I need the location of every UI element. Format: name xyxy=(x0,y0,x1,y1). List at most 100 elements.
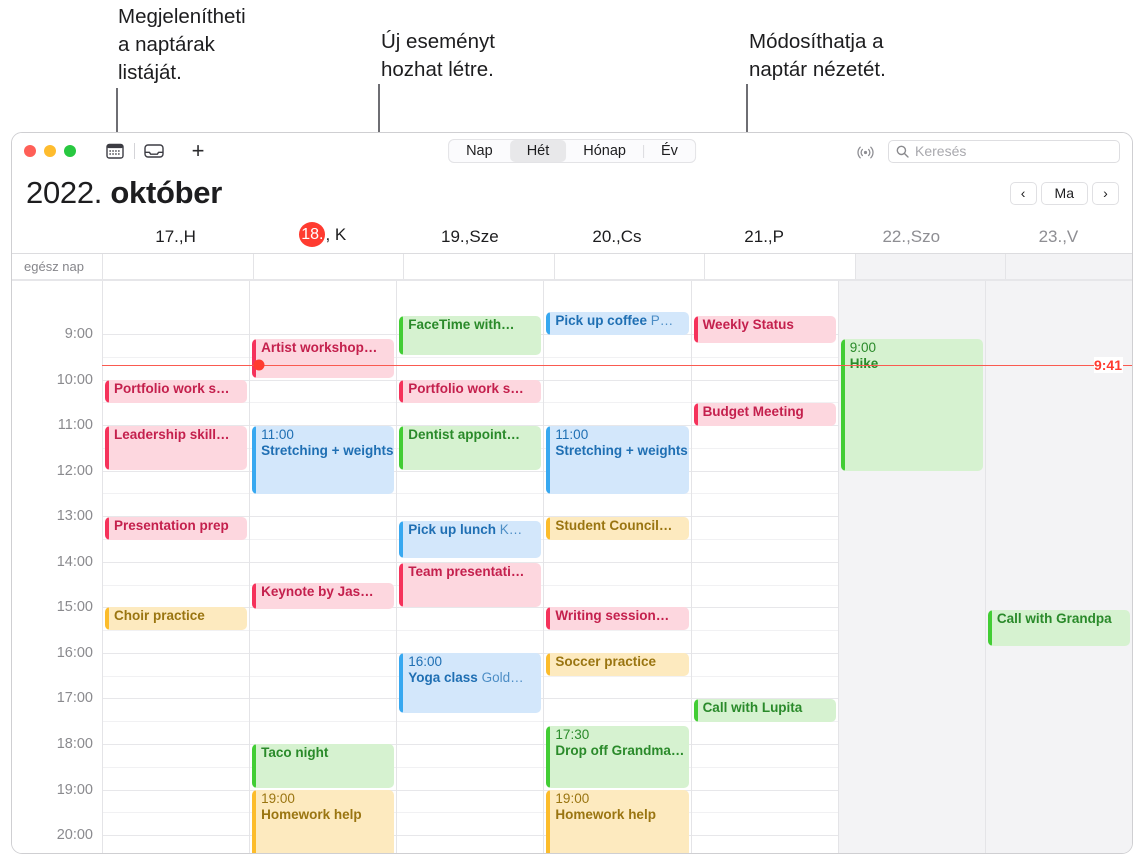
calendar-event[interactable]: Choir practice xyxy=(105,607,248,630)
title-year: 2022. xyxy=(26,175,103,210)
tab-year[interactable]: Év xyxy=(644,140,695,162)
calendar-event[interactable]: Soccer practice xyxy=(546,653,689,676)
event-time: 19:00 xyxy=(555,791,590,806)
all-day-cell-4[interactable] xyxy=(704,254,855,279)
inbox-button[interactable] xyxy=(139,139,169,163)
event-color-bar xyxy=(546,653,551,676)
day-header-dow: , K xyxy=(325,224,347,244)
calendar-event[interactable]: Keynote by Jas… xyxy=(252,583,395,609)
event-title: Choir practice xyxy=(114,608,205,623)
event-title: Stretching + weights xyxy=(261,443,394,458)
event-location: P… xyxy=(646,313,674,328)
day-header-6[interactable]: 23., V xyxy=(985,227,1132,253)
event-color-bar xyxy=(693,316,698,343)
minimize-button[interactable] xyxy=(44,145,56,157)
day-header-3[interactable]: 20., Cs xyxy=(543,227,690,253)
tab-month[interactable]: Hónap xyxy=(566,140,643,162)
event-title: Student Council… xyxy=(555,518,673,533)
all-day-cell-1[interactable] xyxy=(252,254,404,279)
close-button[interactable] xyxy=(24,145,36,157)
day-column-2[interactable]: FaceTime with… Portfolio work s… Dentist a… xyxy=(396,281,543,853)
event-color-bar xyxy=(252,583,257,609)
event-time: 16:00 xyxy=(408,654,443,669)
calendar-event[interactable]: 16:00 Yoga class Gold… xyxy=(399,653,542,713)
day-header-5[interactable]: 22., Szo xyxy=(838,227,985,253)
event-color-bar xyxy=(105,607,109,630)
calendar-event[interactable]: Student Council… xyxy=(546,517,689,540)
day-header-num: 17., xyxy=(155,227,184,246)
day-header-4[interactable]: 21., P xyxy=(691,227,838,253)
calendar-event[interactable]: Portfolio work s… xyxy=(399,380,542,403)
airplay-button[interactable] xyxy=(857,143,874,160)
calendar-event[interactable]: 17:30 Drop off Grandma… xyxy=(546,726,689,788)
calendar-event[interactable]: 11:00 Stretching + weights xyxy=(252,426,395,494)
calendar-event[interactable]: Pick up lunch K… xyxy=(399,521,542,558)
day-column-3[interactable]: Pick up coffee P… 11:00 Stretching + weigh… xyxy=(543,281,690,853)
day-header-dow: V xyxy=(1066,227,1079,246)
calendar-event[interactable]: Weekly Status xyxy=(693,316,836,343)
day-column-1[interactable]: Artist workshop… 11:00 Stretching + weight… xyxy=(249,281,396,853)
event-location: Gold… xyxy=(477,670,524,685)
calendar-event[interactable]: 19:00 Homework help xyxy=(252,790,395,853)
zoom-button[interactable] xyxy=(64,145,76,157)
new-event-button[interactable]: + xyxy=(183,139,213,163)
current-time-label: 9:41 xyxy=(1093,357,1123,374)
event-title: Soccer practice xyxy=(555,654,656,669)
calendar-event[interactable]: Call with Lupita xyxy=(693,699,836,722)
calendar-event[interactable]: 11:00 Stretching + weights xyxy=(546,426,689,494)
hour-label-11: 20:00 xyxy=(56,827,93,844)
event-title: Weekly Status xyxy=(702,317,794,332)
event-title: Call with Lupita xyxy=(702,700,803,715)
search-field[interactable]: Keresés xyxy=(888,139,1120,163)
all-day-cell-5[interactable] xyxy=(854,254,1005,279)
calendar-event[interactable]: Call with Grandpa xyxy=(987,610,1130,646)
event-color-bar xyxy=(399,380,404,403)
tab-week[interactable]: Hét xyxy=(509,140,567,162)
window-toolbar: + Nap Hét Hónap Év Keresés xyxy=(12,133,1132,169)
calendar-list-button[interactable] xyxy=(100,139,130,163)
calendar-event[interactable]: 19:00 Homework help xyxy=(546,790,689,853)
event-title: Leadership skill… xyxy=(114,427,230,442)
calendar-event[interactable]: FaceTime with… xyxy=(399,316,542,355)
calendar-event[interactable]: Presentation prep xyxy=(105,517,248,540)
day-header-2[interactable]: 19., Sze xyxy=(396,227,543,253)
all-day-cell-0[interactable] xyxy=(102,254,253,279)
day-header-1[interactable]: 18., K xyxy=(249,222,396,253)
event-color-bar xyxy=(546,426,551,494)
calendar-event[interactable]: Team presentati… xyxy=(399,563,542,607)
event-title: Budget Meeting xyxy=(702,404,804,419)
calendar-event[interactable]: Pick up coffee P… xyxy=(546,312,689,335)
event-title: Yoga class xyxy=(408,670,478,685)
event-color-bar xyxy=(105,517,109,540)
calendar-event[interactable]: Artist workshop… xyxy=(252,339,395,378)
event-color-bar xyxy=(252,790,257,853)
calendar-event[interactable]: Portfolio work s… xyxy=(105,380,248,403)
tab-day[interactable]: Nap xyxy=(449,140,510,162)
day-header-0[interactable]: 17., H xyxy=(102,227,249,253)
event-color-bar xyxy=(252,339,257,378)
search-placeholder: Keresés xyxy=(915,143,967,159)
day-column-4[interactable]: Weekly Status Budget Meeting Call with Lup… xyxy=(690,281,838,853)
day-header-dow: Cs xyxy=(620,227,642,246)
calendar-event[interactable]: Budget Meeting xyxy=(693,403,836,426)
day-header-dow: P xyxy=(772,227,784,246)
previous-week-button[interactable]: ‹ xyxy=(1009,181,1037,205)
event-color-bar xyxy=(840,339,845,471)
all-day-cell-2[interactable] xyxy=(403,254,554,279)
view-segmented-control[interactable]: Nap Hét Hónap Év xyxy=(448,139,696,163)
calendar-event[interactable]: Taco night xyxy=(252,744,395,788)
calendar-event[interactable]: Writing session… xyxy=(546,607,689,630)
all-day-cell-3[interactable] xyxy=(553,254,705,279)
toolbar-divider xyxy=(134,143,135,159)
title-bar: 2022. október ‹ Ma › xyxy=(12,169,1132,217)
today-button[interactable]: Ma xyxy=(1040,181,1088,205)
day-column-5[interactable]: 9:00 Hike xyxy=(837,281,985,853)
next-week-button[interactable]: › xyxy=(1092,181,1119,205)
calendar-event[interactable]: 9:00 Hike xyxy=(840,339,983,471)
calendar-event[interactable]: Dentist appoint… xyxy=(399,426,542,470)
calendar-event[interactable]: Leadership skill… xyxy=(105,426,248,470)
calendar-window: + Nap Hét Hónap Év Keresés 2022. október… xyxy=(11,132,1133,854)
day-column-0[interactable]: Portfolio work s… Leadership skill… Presen… xyxy=(102,281,249,853)
all-day-cell-6[interactable] xyxy=(1005,254,1132,279)
hour-label-1: 10:00 xyxy=(56,371,93,388)
